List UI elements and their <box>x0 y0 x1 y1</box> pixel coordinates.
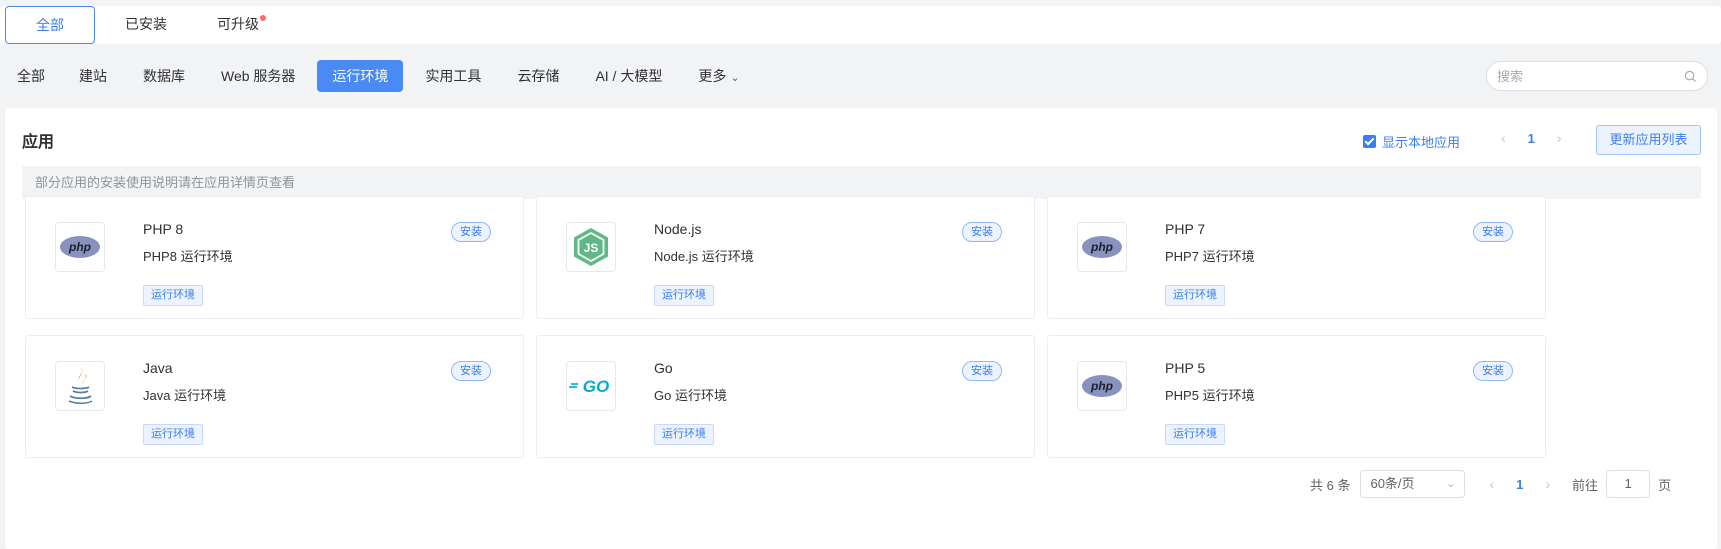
tab-upgradable[interactable]: 可升级 <box>197 6 289 44</box>
app-card-php7[interactable]: php PHP 7 PHP7 运行环境 运行环境 安装 <box>1047 196 1546 319</box>
app-card-php8[interactable]: php PHP 8 PHP8 运行环境 运行环境 安装 <box>25 196 524 319</box>
app-logo: php <box>1077 361 1127 411</box>
svg-text:php: php <box>1090 240 1113 254</box>
install-button[interactable]: 安装 <box>451 222 491 242</box>
app-tag: 运行环境 <box>654 424 714 445</box>
app-description: Go 运行环境 <box>654 388 727 403</box>
category-all[interactable]: 全部 <box>0 60 61 92</box>
chevron-down-icon: ⌄ <box>1446 478 1456 490</box>
app-name: Node.js <box>654 221 702 237</box>
app-name: Java <box>143 360 173 376</box>
svg-text:php: php <box>68 240 91 254</box>
page-suffix: 页 <box>1658 477 1672 493</box>
prev-page-icon[interactable]: ‹ <box>1501 130 1506 146</box>
app-card-go[interactable]: GO Go Go 运行环境 运行环境 安装 <box>536 335 1035 458</box>
install-button[interactable]: 安装 <box>962 361 1002 381</box>
page-size-value: 60条/页 <box>1370 476 1415 491</box>
category-tools[interactable]: 实用工具 <box>407 60 499 92</box>
search-input[interactable] <box>1497 68 1684 84</box>
show-local-apps-label: 显示本地应用 <box>1382 135 1461 150</box>
search-icon[interactable] <box>1684 70 1697 83</box>
svg-text:php: php <box>1090 379 1113 393</box>
bottom-pagination: 共 6 条 60条/页 ⌄ ‹ 1 › 前往 1 页 <box>1310 470 1671 498</box>
app-name: Go <box>654 360 673 376</box>
prev-page-icon[interactable]: ‹ <box>1489 476 1494 492</box>
app-card-nodejs[interactable]: JS Node.js Node.js 运行环境 运行环境 安装 <box>536 196 1035 319</box>
show-local-apps-checkbox[interactable]: 显示本地应用 <box>1363 132 1460 151</box>
tab-all[interactable]: 全部 <box>5 6 95 44</box>
chevron-down-icon: ⌄ <box>730 72 740 84</box>
top-pagination: ‹ 1 › <box>1501 130 1562 146</box>
category-cloud-storage[interactable]: 云存储 <box>499 60 577 92</box>
install-button[interactable]: 安装 <box>1473 222 1513 242</box>
php-logo-icon: php <box>60 236 100 258</box>
app-tag: 运行环境 <box>1165 424 1225 445</box>
goto-page-input[interactable]: 1 <box>1606 470 1651 498</box>
search-box <box>1486 61 1708 91</box>
php-logo-icon: php <box>1082 375 1122 397</box>
category-more-label: 更多 <box>698 68 727 84</box>
app-description: PHP8 运行环境 <box>143 249 233 264</box>
app-card-java[interactable]: Java Java 运行环境 运行环境 安装 <box>25 335 524 458</box>
update-dot-icon <box>260 15 266 21</box>
total-count: 共 6 条 <box>1310 477 1351 493</box>
svg-text:GO: GO <box>583 377 609 396</box>
current-page[interactable]: 1 <box>1516 477 1523 492</box>
app-name: PHP 7 <box>1165 221 1206 237</box>
category-runtime[interactable]: 运行环境 <box>317 60 404 92</box>
app-description: PHP5 运行环境 <box>1165 388 1255 403</box>
page-size-select[interactable]: 60条/页 ⌄ <box>1360 470 1466 498</box>
category-database[interactable]: 数据库 <box>125 60 203 92</box>
app-description: Java 运行环境 <box>143 388 227 403</box>
tab-upgradable-label: 可升级 <box>217 16 259 32</box>
app-description: Node.js 运行环境 <box>654 249 754 264</box>
app-name: PHP 5 <box>1165 360 1206 376</box>
panel-title: 应用 <box>22 134 55 151</box>
app-description: PHP7 运行环境 <box>1165 249 1255 264</box>
category-filter-bar: 全部 建站 数据库 Web 服务器 运行环境 实用工具 云存储 AI / 大模型… <box>0 60 1721 92</box>
app-tag: 运行环境 <box>1165 285 1225 306</box>
app-tag: 运行环境 <box>654 285 714 306</box>
category-web-server[interactable]: Web 服务器 <box>203 60 313 92</box>
nodejs-logo-icon: JS <box>574 228 608 266</box>
app-tag: 运行环境 <box>143 424 203 445</box>
install-button[interactable]: 安装 <box>451 361 491 381</box>
app-logo: JS <box>566 222 616 272</box>
app-logo <box>55 361 105 411</box>
app-logo: php <box>55 222 105 272</box>
tab-installed[interactable]: 已安装 <box>95 6 197 44</box>
goto-label: 前往 <box>1572 477 1599 493</box>
go-logo-icon: GO <box>569 377 609 396</box>
svg-text:JS: JS <box>584 241 599 255</box>
category-website[interactable]: 建站 <box>61 60 125 92</box>
current-page[interactable]: 1 <box>1528 131 1535 146</box>
checkbox-checked-icon[interactable] <box>1363 135 1376 148</box>
category-more-dropdown[interactable]: 更多 ⌄ <box>680 60 757 92</box>
install-button[interactable]: 安装 <box>1473 361 1513 381</box>
top-tab-bar: 全部 已安装 可升级 <box>0 6 1721 44</box>
category-ai[interactable]: AI / 大模型 <box>577 60 680 92</box>
next-page-icon[interactable]: › <box>1557 130 1562 146</box>
app-card-php5[interactable]: php PHP 5 PHP5 运行环境 运行环境 安装 <box>1047 335 1546 458</box>
app-logo: GO <box>566 361 616 411</box>
app-name: PHP 8 <box>143 221 184 237</box>
notice-banner: 部分应用的安装使用说明请在应用详情页查看 <box>22 166 1701 199</box>
php-logo-icon: php <box>1082 236 1122 258</box>
app-tag: 运行环境 <box>143 285 203 306</box>
app-logo: php <box>1077 222 1127 272</box>
install-button[interactable]: 安装 <box>962 222 1002 242</box>
update-app-list-button[interactable]: 更新应用列表 <box>1596 125 1701 155</box>
next-page-icon[interactable]: › <box>1545 476 1550 492</box>
java-logo-icon <box>68 367 93 404</box>
